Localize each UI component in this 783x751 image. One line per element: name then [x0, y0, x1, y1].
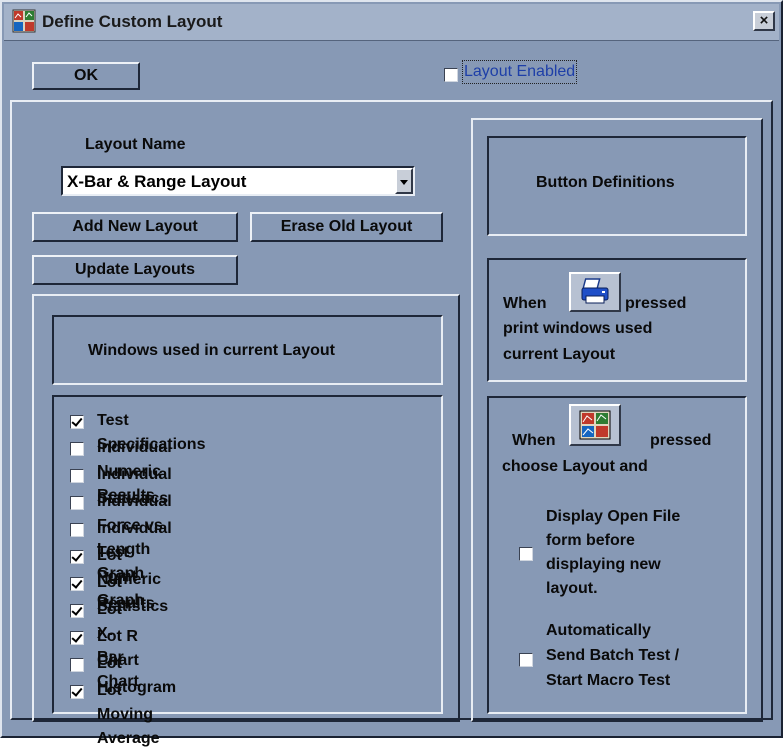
- close-button[interactable]: ×: [753, 11, 775, 31]
- button-definitions-heading: Button Definitions: [536, 174, 675, 191]
- define-custom-layout-window: Define Custom Layout × OK Layout Enabled…: [0, 0, 783, 747]
- display-open-file-line-3[interactable]: displaying new: [546, 553, 661, 577]
- checkbox-lot-statistics[interactable]: [70, 577, 84, 591]
- title-bar[interactable]: Define Custom Layout ×: [4, 4, 779, 41]
- display-open-file-line-4[interactable]: layout.: [546, 577, 598, 601]
- layout-enabled-checkbox[interactable]: [444, 68, 458, 82]
- layout-button[interactable]: [569, 404, 621, 446]
- checkbox-individual-numeric-results[interactable]: [70, 442, 84, 456]
- printer-button[interactable]: [569, 272, 621, 312]
- auto-batch-line-3[interactable]: Start Macro Test: [546, 669, 670, 693]
- checkbox-test-specifications[interactable]: [70, 415, 84, 429]
- display-open-file-checkbox[interactable]: [519, 547, 533, 561]
- windows-heading: Windows used in current Layout: [88, 342, 335, 359]
- printer-icon: [581, 278, 609, 304]
- print-line-3: current Layout: [503, 346, 616, 363]
- checkbox-lot-xbar-chart[interactable]: [70, 604, 84, 618]
- erase-old-layout-button[interactable]: Erase Old Layout: [250, 212, 443, 242]
- layout-name-value: X-Bar & Range Layout: [67, 172, 247, 191]
- checkbox-individual-force-length-graph[interactable]: [70, 496, 84, 510]
- chevron-down-icon[interactable]: [395, 168, 413, 194]
- layout-name-label: Layout Name: [85, 136, 186, 153]
- checkbox-lot-moving-average[interactable]: [70, 685, 84, 699]
- update-layouts-button[interactable]: Update Layouts: [32, 255, 238, 285]
- checkbox-lot-r-chart[interactable]: [70, 631, 84, 645]
- item-label: Lot Moving Average: [97, 682, 160, 747]
- layout-when-label: When: [512, 432, 556, 449]
- layout-name-select[interactable]: X-Bar & Range Layout: [61, 166, 415, 196]
- auto-batch-line-2[interactable]: Send Batch Test /: [546, 644, 679, 668]
- checkbox-lot-histogram[interactable]: [70, 658, 84, 672]
- display-open-file-line-1[interactable]: Display Open File: [546, 505, 680, 529]
- print-pressed-label: pressed: [625, 295, 687, 312]
- layout-pressed-label: pressed: [650, 432, 712, 449]
- checkbox-lot-numeric-results[interactable]: [70, 550, 84, 564]
- layout-grid-icon: [12, 9, 36, 33]
- print-line-2: print windows used: [503, 320, 653, 337]
- layout-line-2: choose Layout and: [502, 458, 648, 475]
- add-new-layout-button[interactable]: Add New Layout: [32, 212, 238, 242]
- auto-batch-line-1[interactable]: Automatically: [546, 619, 651, 643]
- print-when-label: When: [503, 295, 547, 312]
- layout-enabled-label[interactable]: Layout Enabled: [461, 60, 578, 84]
- window-title: Define Custom Layout: [42, 12, 223, 31]
- ok-button[interactable]: OK: [32, 62, 140, 90]
- checkbox-individual-test-point-graph[interactable]: [70, 523, 84, 537]
- display-open-file-line-2[interactable]: form before: [546, 529, 635, 553]
- auto-batch-checkbox[interactable]: [519, 653, 533, 667]
- layout-grid-icon: [579, 410, 611, 440]
- close-icon: ×: [759, 12, 769, 29]
- checkbox-individual-statistics[interactable]: [70, 469, 84, 483]
